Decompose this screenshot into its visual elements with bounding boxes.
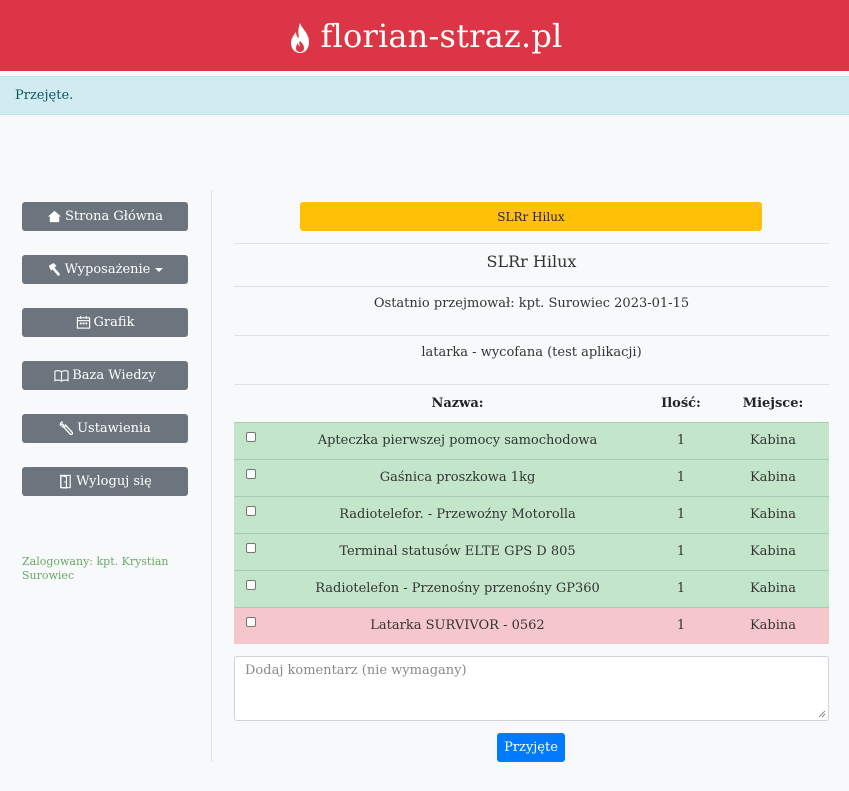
divider [234,335,829,336]
item-place: Kabina [717,606,829,644]
table-row: Terminal statusów ELTE GPS D 805 1 Kabin… [234,532,829,570]
item-checkbox[interactable] [246,468,256,479]
sidebar-item-knowledge-base[interactable]: Baza Wiedzy [22,361,188,390]
sidebar-item-equipment[interactable]: Wyposażenie [22,255,188,284]
home-icon [47,210,61,223]
top-header: florian-straz.pl [0,0,849,71]
table-row: Latarka SURVIVOR - 0562 1 Kabina [234,606,829,644]
wrench-icon [59,421,74,436]
item-place: Kabina [717,532,829,570]
column-header-name: Nazwa: [431,395,484,411]
item-checkbox[interactable] [246,616,256,627]
item-checkbox[interactable] [246,579,256,590]
divider [234,286,829,287]
door-icon [60,474,71,489]
vehicle-note: latarka - wycofana (test aplikacji) [421,345,642,360]
item-qty: 1 [645,458,717,496]
item-name: Latarka SURVIVOR - 0562 [270,606,645,644]
item-name: Gaśnica proszkowa 1kg [270,458,645,496]
status-alert: Przejęte. [0,76,849,115]
sidebar-item-label: Strona Główna [64,209,164,224]
sidebar-item-settings[interactable]: Ustawienia [22,414,188,443]
item-qty: 1 [645,421,717,459]
table-row: Gaśnica proszkowa 1kg 1 Kabina [234,458,829,496]
chevron-down-icon [155,267,164,272]
sidebar-item-label: Ustawienia [77,421,151,436]
item-name: Radiotelefor. - Przewoźny Motorolla [270,495,645,533]
last-taken-info: Ostatnio przejmował: kpt. Surowiec 2023-… [373,296,690,311]
table-row: Radiotelefor. - Przewoźny Motorolla 1 Ka… [234,495,829,533]
vehicle-button[interactable]: SLRr Hilux [300,202,762,231]
item-checkbox[interactable] [246,542,256,553]
item-place: Kabina [717,421,829,459]
item-checkbox[interactable] [246,431,256,442]
calendar-icon [76,315,90,329]
item-place: Kabina [717,458,829,496]
sidebar-item-label: Wyloguj się [76,474,152,489]
resize-handle-icon[interactable] [818,710,826,718]
item-qty: 1 [645,569,717,607]
hammer-icon [48,262,60,277]
book-icon [54,370,69,382]
alert-text: Przejęte. [15,88,74,103]
divider [234,243,829,244]
item-place: Kabina [717,569,829,607]
flame-icon [290,22,309,53]
comment-placeholder: Dodaj komentarz (nie wymagany) [245,663,467,678]
sidebar-item-schedule[interactable]: Grafik [22,308,188,337]
table-row: Apteczka pierwszej pomocy samochodowa 1 … [234,421,829,459]
sidebar-item-label: Wyposażenie [64,262,151,277]
item-qty: 1 [645,606,717,644]
item-name: Apteczka pierwszej pomocy samochodowa [270,421,645,459]
sidebar-item-label: Baza Wiedzy [72,368,156,383]
column-header-qty: Ilość: [661,395,701,411]
accept-button[interactable]: Przyjęte [497,733,565,762]
checkbox-header [234,385,270,422]
item-place: Kabina [717,495,829,533]
table-row: Radiotelefon - Przenośny przenośny GP360… [234,569,829,607]
item-name: Terminal statusów ELTE GPS D 805 [270,532,645,570]
item-qty: 1 [645,532,717,570]
item-checkbox[interactable] [246,505,256,516]
logged-in-user: Zalogowany: kpt. Krystian Surowiec [22,555,169,582]
comment-field[interactable]: Dodaj komentarz (nie wymagany) [234,656,829,721]
site-brand[interactable]: florian-straz.pl [321,17,563,55]
divider [211,190,212,762]
page-title: SLRr Hilux [486,252,577,271]
sidebar-item-logout[interactable]: Wyloguj się [22,467,188,496]
column-header-place: Miejsce: [742,395,804,411]
item-name: Radiotelefon - Przenośny przenośny GP360 [270,569,645,607]
table-header-row: Nazwa: Ilość: Miejsce: [234,385,829,422]
equipment-table: Nazwa: Ilość: Miejsce: Apteczka pierwsze… [234,385,829,644]
item-qty: 1 [645,495,717,533]
sidebar-item-label: Grafik [93,315,135,330]
sidebar-item-home[interactable]: Strona Główna [22,202,188,231]
